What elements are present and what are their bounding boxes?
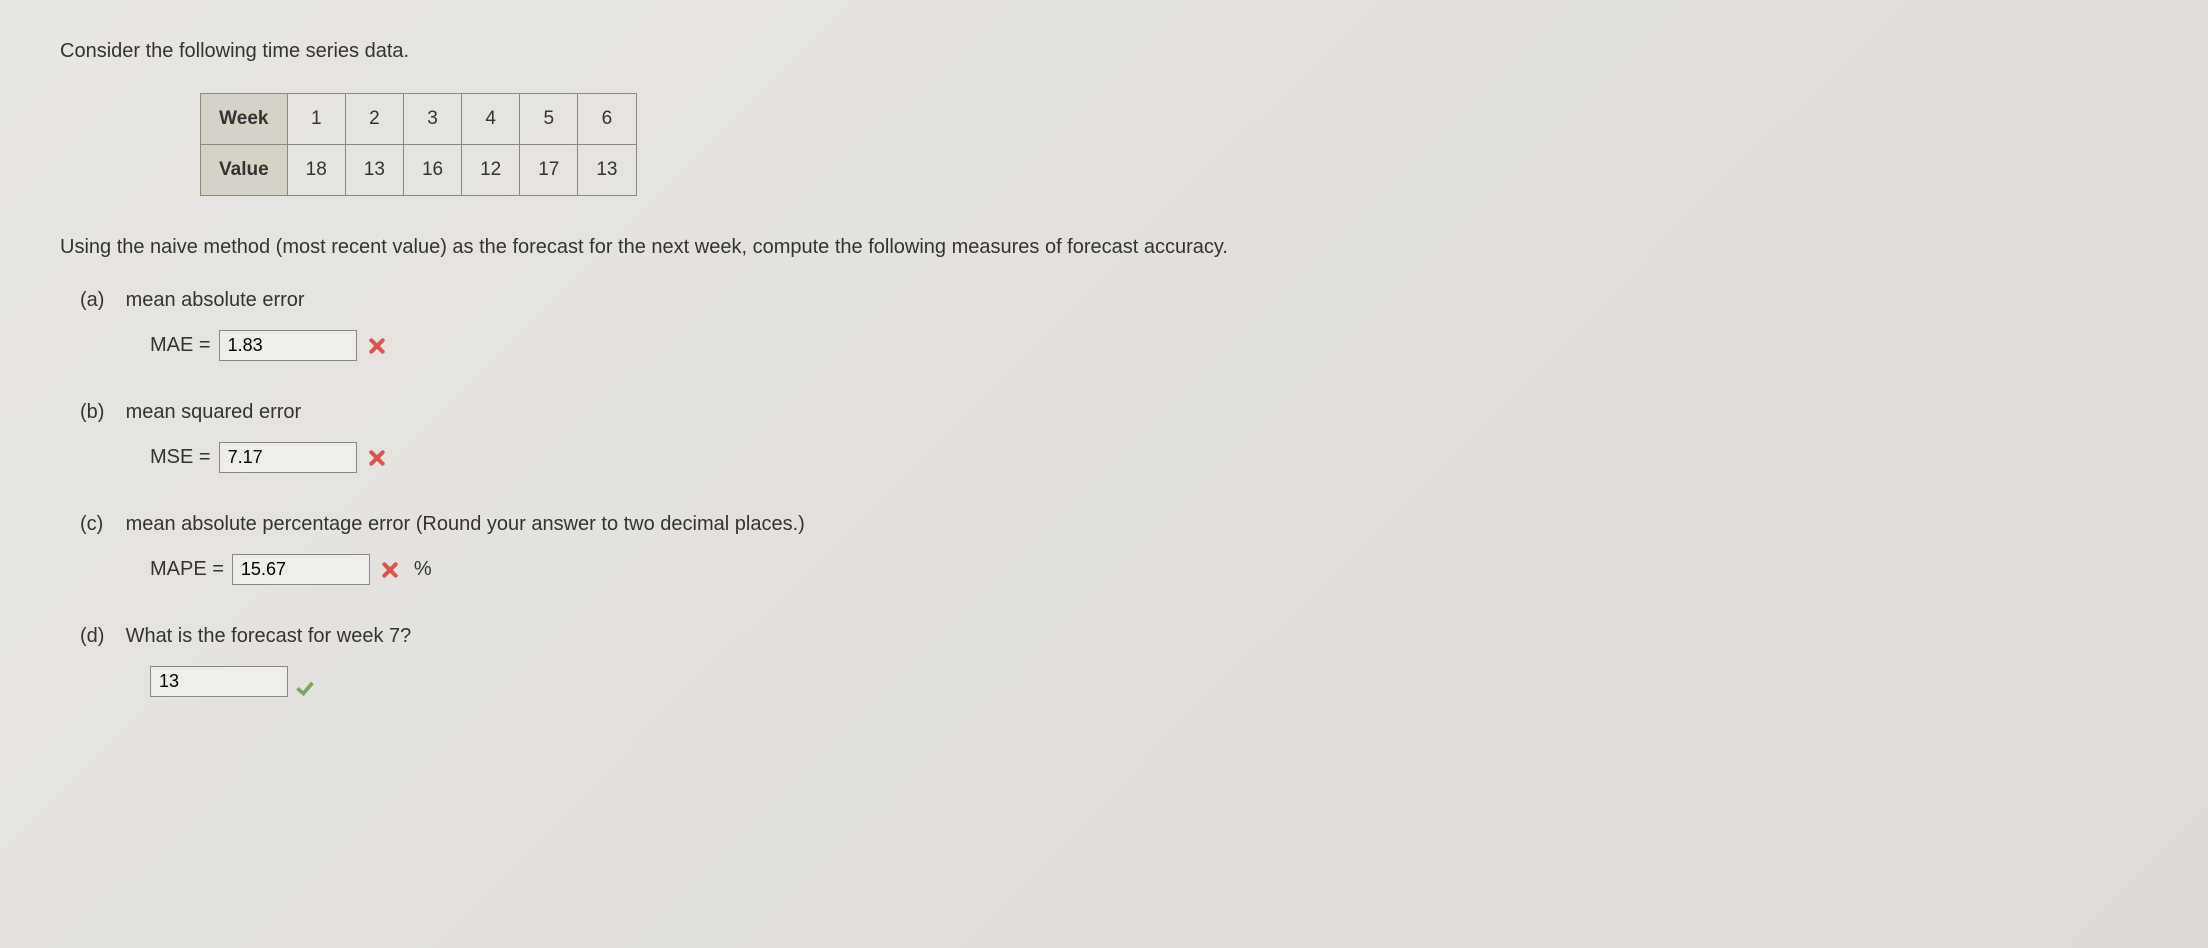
part-b-title: mean squared error [126,401,302,424]
part-a-label: (a) [80,289,120,312]
wrong-icon [365,335,387,357]
part-c: (c) mean absolute percentage error (Roun… [80,513,2148,585]
mape-prefix: MAPE = [150,558,224,581]
part-b: (b) mean squared error MSE = [80,401,2148,473]
time-series-table: Week 1 2 3 4 5 6 Value 18 13 16 12 17 13 [200,93,637,196]
instruction-text: Using the naive method (most recent valu… [60,236,2148,259]
wrong-icon [378,559,400,581]
correct-icon [296,670,320,694]
value-cell: 13 [578,145,636,196]
value-cell: 12 [462,145,520,196]
week-cell: 5 [520,94,578,145]
mse-input[interactable] [219,442,357,473]
part-a-title: mean absolute error [126,289,305,312]
row-header-value: Value [201,145,288,196]
row-header-week: Week [201,94,288,145]
week-cell: 6 [578,94,636,145]
percent-suffix: % [414,558,432,581]
part-a: (a) mean absolute error MAE = [80,289,2148,361]
part-c-title: mean absolute percentage error (Round yo… [126,513,805,536]
value-cell: 18 [287,145,345,196]
week-cell: 1 [287,94,345,145]
part-d-title: What is the forecast for week 7? [126,625,412,648]
value-cell: 16 [403,145,461,196]
forecast-input[interactable] [150,666,288,697]
part-b-label: (b) [80,401,120,424]
week-cell: 4 [462,94,520,145]
value-cell: 13 [345,145,403,196]
value-cell: 17 [520,145,578,196]
wrong-icon [365,447,387,469]
intro-text: Consider the following time series data. [60,40,2148,63]
mae-prefix: MAE = [150,334,211,357]
week-cell: 2 [345,94,403,145]
week-cell: 3 [403,94,461,145]
part-c-label: (c) [80,513,120,536]
mape-input[interactable] [232,554,370,585]
part-d: (d) What is the forecast for week 7? [80,625,2148,697]
mae-input[interactable] [219,330,357,361]
mse-prefix: MSE = [150,446,211,469]
part-d-label: (d) [80,625,120,648]
